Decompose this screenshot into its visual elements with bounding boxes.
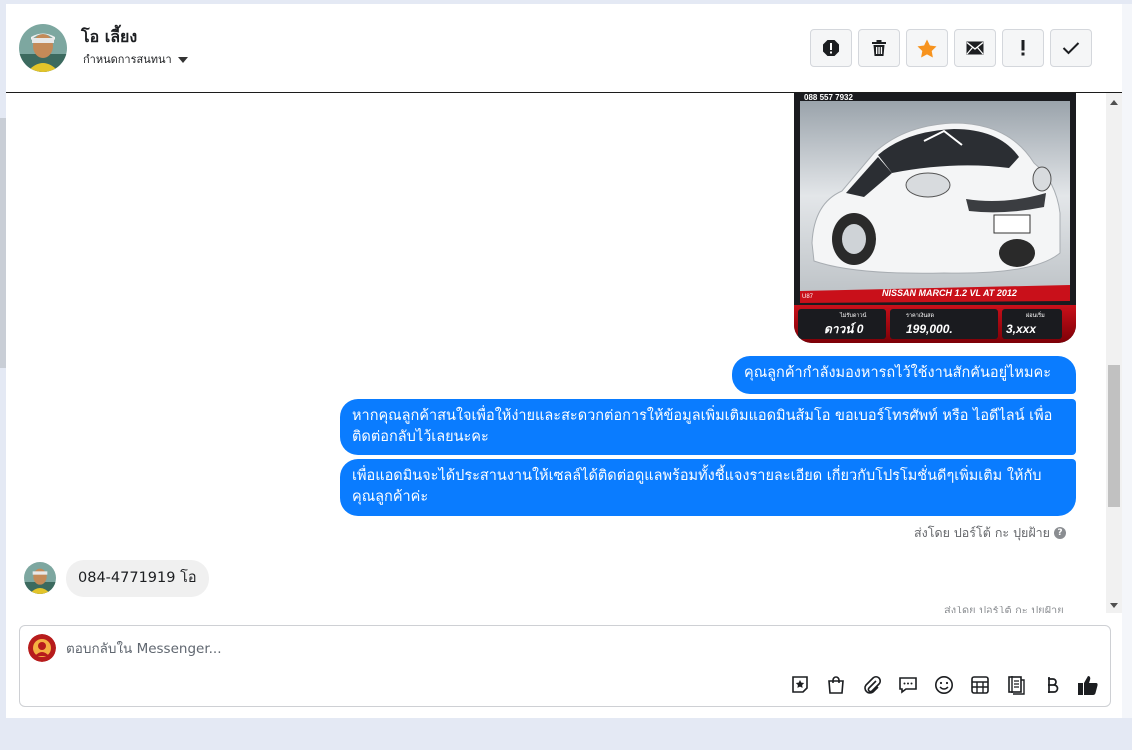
reply-input[interactable]	[66, 636, 766, 662]
baht-icon	[1048, 677, 1059, 693]
mark-unread-button[interactable]	[954, 29, 996, 67]
help-icon[interactable]: ?	[1054, 527, 1067, 539]
payment-button[interactable]	[1038, 672, 1066, 698]
shop-button[interactable]	[822, 672, 850, 698]
scroll-up-arrow[interactable]	[1110, 100, 1118, 105]
attachment-icon	[864, 675, 882, 694]
conversation-header: โอ เลี้ยง กำหนดการสนทนา	[6, 4, 1122, 93]
attach-button[interactable]	[858, 672, 886, 698]
car-ad-installment: 3,xxx	[1006, 322, 1037, 336]
like-button[interactable]	[1074, 672, 1102, 698]
message-list: 088 557 7932 NISSAN MARCH 1.2 VL AT 2012…	[6, 93, 1106, 613]
sent-by-text: ส่งโดย ปอร์โต้ กะ ปุยฝ้าย	[914, 525, 1051, 540]
star-icon	[917, 39, 937, 57]
sent-by-label: ส่งโดย ปอร์โต้ กะ ปุยฝ้าย ?	[914, 523, 1067, 543]
car-ad-model: NISSAN MARCH 1.2 VL AT 2012	[882, 288, 1017, 298]
car-ad-phone: 088 557 7932	[804, 93, 853, 102]
exclamation-icon	[1021, 40, 1025, 56]
header-actions	[810, 29, 1092, 67]
envelope-icon	[966, 41, 984, 55]
incoming-message[interactable]: 084-4771919 โอ	[66, 560, 209, 597]
car-ad-price: 199,000.	[906, 322, 953, 336]
saved-replies-button[interactable]	[894, 672, 922, 698]
composer-tools	[786, 672, 1102, 698]
scroll-thumb[interactable]	[1108, 365, 1120, 507]
saved-reply-icon	[899, 677, 917, 694]
scroll-down-arrow[interactable]	[1110, 603, 1118, 608]
conversation-settings-dropdown[interactable]: กำหนดการสนทนา	[83, 50, 188, 68]
car-ad-down-value: ดาวน์ 0	[824, 322, 864, 336]
outgoing-message[interactable]: หากคุณลูกค้าสนใจเพื่อให้ง่ายและสะดวกต่อก…	[340, 399, 1076, 455]
check-icon	[1062, 42, 1080, 55]
contact-name: โอ เลี้ยง	[81, 27, 138, 46]
like-icon	[1078, 676, 1098, 695]
sent-by-cutoff: ส่งโดย ปอร์โต้ กะ ปุยฝ้าย	[944, 606, 1064, 613]
table-button[interactable]	[966, 672, 994, 698]
sticker-icon	[792, 676, 808, 693]
contact-avatar[interactable]	[19, 24, 67, 72]
conversation-settings-label: กำหนดการสนทนา	[83, 53, 172, 66]
outgoing-message[interactable]: เพื่อแอดมินจะได้ประสานงานให้เซลล์ได้ติดต…	[340, 459, 1076, 516]
message-scrollbar[interactable]	[1106, 93, 1122, 613]
conversation-panel: โอ เลี้ยง กำหนดการสนทนา 088 557 7932 NIS…	[6, 4, 1122, 718]
spam-button[interactable]	[810, 29, 852, 67]
spam-icon	[823, 40, 839, 56]
follow-up-button[interactable]	[1002, 29, 1044, 67]
page-avatar	[28, 634, 56, 662]
notes-button[interactable]	[1002, 672, 1030, 698]
star-button[interactable]	[906, 29, 948, 67]
notes-icon	[1008, 676, 1025, 695]
trash-icon	[872, 40, 886, 56]
shopping-bag-icon	[828, 676, 844, 694]
emoji-button[interactable]	[930, 672, 958, 698]
car-ad-price-label: ราคาเงินสด	[906, 312, 934, 319]
emoji-icon	[935, 676, 953, 694]
outgoing-message[interactable]: คุณลูกค้ากำลังมองหารถไว้ใช้งานสักคันอยู่…	[732, 356, 1076, 394]
right-edge	[1122, 4, 1132, 718]
caret-down-icon	[177, 56, 188, 63]
sticker-button[interactable]	[786, 672, 814, 698]
done-button[interactable]	[1050, 29, 1092, 67]
delete-button[interactable]	[858, 29, 900, 67]
car-ad-down-label: ไม่รับดาวน์	[839, 312, 867, 319]
table-icon	[971, 676, 989, 694]
svg-text:U87: U87	[802, 294, 814, 300]
reply-composer	[19, 625, 1111, 707]
contact-avatar-small[interactable]	[24, 562, 56, 594]
car-ad-installment-label: ผ่อนเริ่ม	[1026, 311, 1045, 319]
car-ad-image[interactable]: 088 557 7932 NISSAN MARCH 1.2 VL AT 2012…	[794, 93, 1076, 343]
